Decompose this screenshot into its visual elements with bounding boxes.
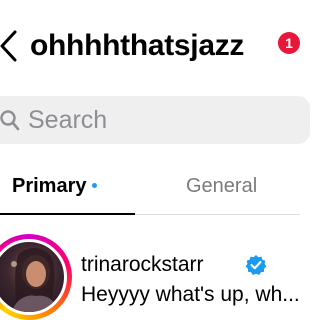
- tab-general[interactable]: General: [186, 174, 257, 198]
- message-preview: Heyyyy what's up, wh...: [81, 283, 300, 306]
- verified-badge-icon: [245, 254, 267, 276]
- unread-dot: [91, 183, 97, 188]
- inbox-header: ohhhhthatsjazz 1: [0, 0, 300, 92]
- search-input[interactable]: [28, 102, 288, 138]
- conversation-row[interactable]: trinarockstarr Heyyyy what's up, wh...: [0, 232, 300, 320]
- chevron-left-icon[interactable]: [0, 28, 20, 64]
- search-icon: [0, 109, 20, 131]
- conversation-username: trinarockstarr: [81, 253, 204, 276]
- tab-general-label: General: [186, 175, 258, 197]
- story-ring[interactable]: [0, 234, 72, 320]
- account-title[interactable]: ohhhhthatsjazz: [30, 29, 244, 63]
- active-tab-indicator: [0, 213, 135, 215]
- search-bar[interactable]: [0, 96, 310, 144]
- notification-badge: 1: [278, 32, 300, 54]
- avatar: [0, 239, 67, 315]
- tab-primary[interactable]: Primary: [12, 174, 97, 198]
- tab-primary-label: Primary: [12, 175, 87, 197]
- tab-divider: [135, 214, 300, 215]
